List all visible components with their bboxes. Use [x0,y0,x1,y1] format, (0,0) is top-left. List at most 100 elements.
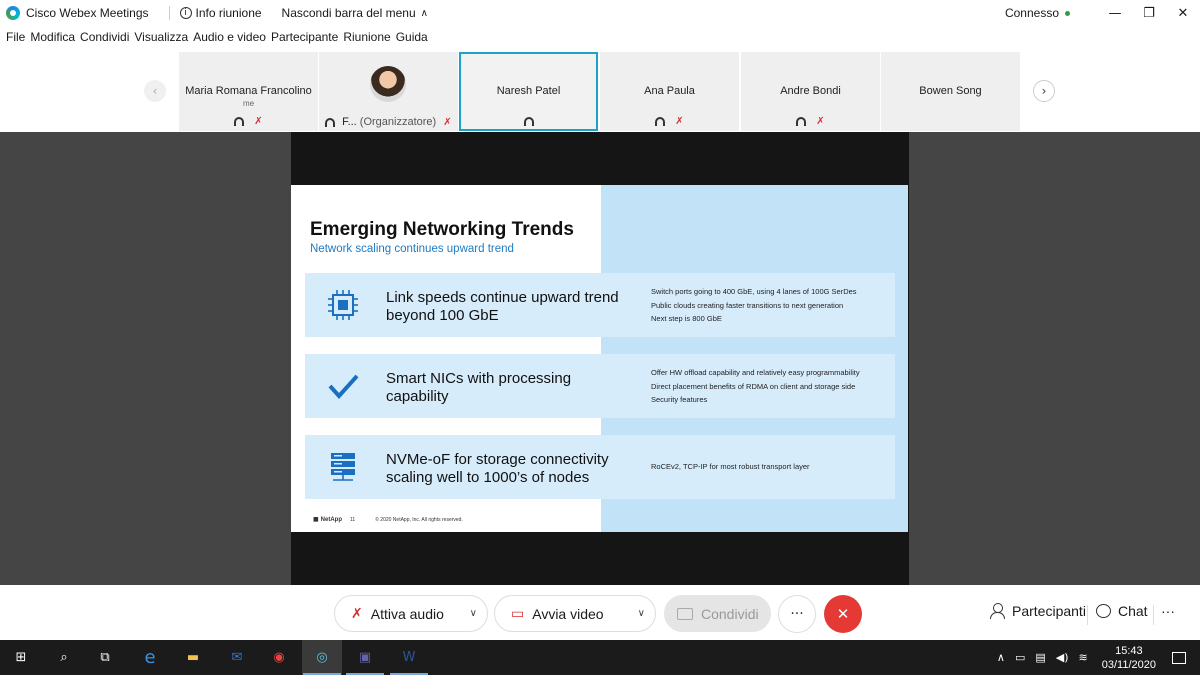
title-divider [168,6,170,20]
participant-tile[interactable]: Maria Romana Francolino me ✗ [179,52,318,131]
menu-file[interactable]: File [6,30,25,50]
search-icon[interactable]: ⌕ [53,646,75,668]
outlook-icon[interactable]: ✉ [226,646,248,668]
card-detail-line: RoCEv2, TCP-IP for most robust transport… [651,462,810,471]
word-icon[interactable]: W [398,646,420,668]
menu-condividi[interactable]: Condividi [80,30,129,50]
windows-start-icon[interactable]: ⊞ [10,646,32,668]
headset-icon [523,116,534,126]
chevron-up-icon[interactable]: ∧ [997,651,1005,664]
headset-icon [655,117,666,126]
hide-menu-button[interactable]: Nascondi barra del menu ∧ [282,6,428,20]
start-video-button[interactable]: ▭ Avvia video ∨ [494,595,656,632]
clock-time: 15:43 [1115,644,1143,657]
person-icon [990,603,1005,619]
slide-card: NVMe-oF for storage connectivity scaling… [305,435,895,499]
participant-tile[interactable]: Bowen Song [881,52,1020,131]
audio-label: Attiva audio [370,605,444,622]
chevron-down-icon[interactable]: ∨ [470,608,477,619]
avatar [370,66,406,102]
card-details: Offer HW offload capability and relative… [651,366,895,407]
clock-date: 03/11/2020 [1101,658,1156,671]
menu-bar: File Modifica Condividi Visualizza Audio… [0,30,428,50]
participant-tile[interactable]: Ana Paula ✗ [600,52,739,131]
controls-divider [1087,605,1088,625]
chevron-up-icon: ∧ [420,7,428,19]
participant-me-label: me [242,99,255,108]
menu-audio-video[interactable]: Audio e video [193,30,266,50]
card-detail-line: Next step is 800 GbE [651,314,722,323]
leave-meeting-button[interactable]: ✕ [824,595,862,633]
chevron-down-icon[interactable]: ∨ [638,608,645,619]
webex-logo-icon [6,6,20,20]
netapp-logo: NetApp [313,516,342,523]
card-detail-line: Direct placement benefits of RDMA on cli… [651,381,856,391]
wifi-icon[interactable]: ≋ [1079,651,1088,664]
participant-name: Ana Paula [644,85,695,97]
card-detail-line: Switch ports going to 400 GbE, using 4 l… [651,287,857,296]
windows-taskbar: ⊞ ⌕ ⧉ e ▬ ✉ ◉ ◎ ▣ W ∧ ▭ ▤ ◀) ≋ 15:43 03/… [0,640,1200,675]
more-panels-button[interactable]: ··· [1161,603,1175,619]
slide-card: Link speeds continue upward trend beyond… [305,273,895,337]
battery-icon[interactable]: ▭ [1015,651,1025,664]
card-detail-line: Security features [651,395,708,404]
menu-modifica[interactable]: Modifica [30,30,75,50]
share-button[interactable]: Condividi [664,595,771,632]
slide-subtitle: Network scaling continues upward trend [310,243,514,255]
participant-tile-active[interactable]: Naresh Patel [459,52,598,131]
card-details: Switch ports going to 400 GbE, using 4 l… [651,285,895,326]
network-icon[interactable]: ▤ [1035,651,1045,664]
edge-browser-icon[interactable]: e [139,646,161,668]
share-icon [677,607,693,620]
video-off-icon: ▭ [511,605,525,622]
participant-name: F... [342,116,357,128]
mic-muted-icon: ✗ [254,116,263,127]
strip-prev-button[interactable]: ‹ [144,80,166,102]
menu-partecipante[interactable]: Partecipante [271,30,338,50]
notifications-icon[interactable] [1172,651,1186,664]
meeting-controls-bar: ✗ Attiva audio ∨ ▭ Avvia video ∨ Condivi… [0,585,1200,640]
maximize-button[interactable]: ❐ [1132,0,1166,26]
participant-tile[interactable]: Andre Bondi ✗ [741,52,880,131]
participant-name: Bowen Song [919,85,982,97]
card-headline-line: scaling well to 1000’s of nodes [386,469,590,486]
teams-icon[interactable]: ▣ [354,646,376,668]
menu-riunione[interactable]: Riunione [343,30,390,50]
title-bar: Cisco Webex Meetings i Info riunione Nas… [0,0,1200,26]
meeting-info-button[interactable]: i Info riunione [179,6,262,20]
close-window-button[interactable]: ✕ [1166,0,1200,26]
chrome-icon[interactable]: ◉ [268,646,290,668]
webex-taskbar-icon[interactable]: ◎ [311,646,333,668]
share-label: Condividi [701,605,759,622]
slide-page-number: 11 [350,516,356,523]
card-headline: Smart NICs with processing capability [386,370,646,406]
slide-footer: NetApp 11 © 2020 NetApp, Inc. All rights… [313,516,463,524]
file-explorer-icon[interactable]: ▬ [182,646,204,668]
menu-guida[interactable]: Guida [396,30,428,50]
task-view-icon[interactable]: ⧉ [94,646,116,668]
more-options-button[interactable]: ··· [778,595,816,633]
card-detail-line: Offer HW offload capability and relative… [651,368,860,377]
card-headline: NVMe-oF for storage connectivity scaling… [386,451,646,487]
headset-icon [234,117,245,126]
card-headline-line: capability [386,388,449,405]
volume-icon[interactable]: ◀) [1056,651,1069,664]
participant-tile[interactable]: F... (Organizzatore) ✗ [319,52,458,131]
unmute-audio-button[interactable]: ✗ Attiva audio ∨ [334,595,488,632]
controls-divider [1153,605,1154,625]
mic-muted-icon: ✗ [351,605,363,622]
strip-next-button[interactable]: › [1033,80,1055,102]
headset-icon [796,117,807,126]
slide-card: Smart NICs with processing capability Of… [305,354,895,418]
presentation-slide: Emerging Networking Trends Network scali… [291,185,908,532]
card-headline: Link speeds continue upward trend beyond… [386,289,646,325]
info-icon: i [179,7,192,19]
menu-visualizza[interactable]: Visualizza [134,30,188,50]
connection-status: Connesso [1004,6,1059,20]
chat-label: Chat [1118,603,1148,619]
participants-panel-button[interactable]: Partecipanti [990,603,1086,619]
taskbar-clock[interactable]: 15:43 03/11/2020 [1102,644,1156,672]
chat-panel-button[interactable]: Chat [1096,603,1148,619]
minimize-button[interactable]: — [1098,0,1132,26]
participant-strip: ‹ Maria Romana Francolino me ✗ F... (Org… [0,52,1200,132]
